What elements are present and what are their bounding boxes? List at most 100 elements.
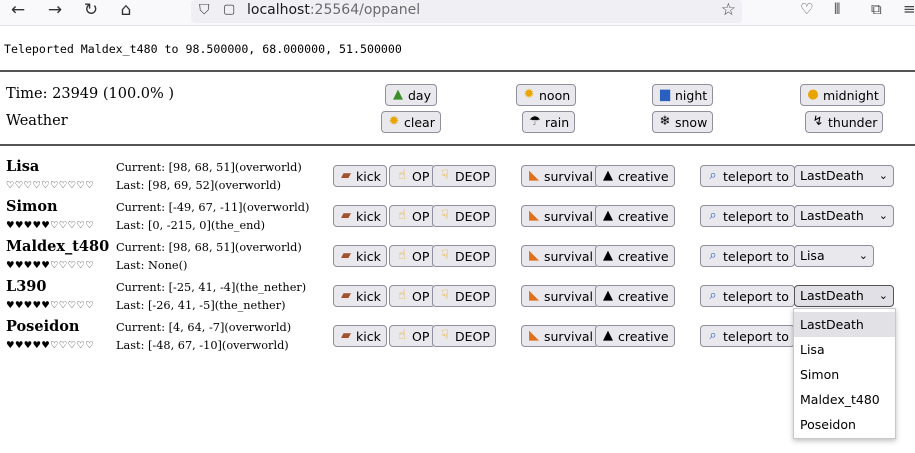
player-name: Simon	[6, 198, 58, 215]
deop-button[interactable]: ☟ DEOP	[432, 165, 496, 187]
menu-icon[interactable]: ≡	[903, 0, 915, 18]
op-button[interactable]: ☝ OP	[389, 245, 436, 267]
pocket-icon[interactable]: ♡	[800, 0, 813, 18]
forward-arrow-icon[interactable]: →	[43, 0, 67, 22]
survival-button[interactable]: ◣ survival	[521, 165, 599, 187]
survival-button[interactable]: ◣ survival	[521, 325, 599, 347]
thumb-up-icon: ☝	[398, 208, 406, 223]
survival-button[interactable]: ◣ survival	[521, 285, 599, 307]
thunder-button[interactable]: ↯ thunder	[805, 111, 884, 133]
lightning-icon: ↯	[812, 114, 824, 129]
player-name: Lisa	[6, 158, 40, 175]
status-message: Teleported Maldex_t480 to 98.500000, 68.…	[4, 42, 402, 56]
dropdown-option[interactable]: Maldex_t480	[794, 387, 895, 412]
teleport-button[interactable]: ⌕ teleport to	[700, 205, 795, 227]
current-position: Current: [98, 68, 51](overworld)	[116, 241, 302, 254]
page-info-icon[interactable]: ▢	[223, 2, 235, 17]
back-arrow-icon[interactable]: ←	[6, 0, 30, 22]
creative-button[interactable]: ▲ creative	[595, 325, 675, 347]
dropdown-option[interactable]: Simon	[794, 362, 895, 387]
health-hearts: ♡♡♡♡♡♡♡♡♡♡	[6, 180, 95, 191]
shield-icon[interactable]: ⛉	[199, 2, 210, 18]
kick-button[interactable]: ▰ kick	[333, 165, 387, 187]
thumb-up-icon: ☝	[398, 248, 406, 263]
magnifier-icon: ⌕	[709, 288, 717, 303]
op-button[interactable]: ☝ OP	[389, 205, 436, 227]
teleport-button[interactable]: ⌕ teleport to	[700, 285, 795, 307]
deop-button[interactable]: ☟ DEOP	[432, 285, 496, 307]
teleport-button[interactable]: ⌕ teleport to	[700, 245, 795, 267]
midnight-button[interactable]: ● midnight	[800, 84, 885, 106]
teleport-target-select[interactable]: LastDeath ⌄	[794, 285, 894, 307]
dropdown-option[interactable]: Poseidon	[794, 412, 895, 437]
noon-button[interactable]: ✹ noon	[516, 84, 577, 106]
chevron-down-icon: ⌄	[858, 249, 868, 262]
health-hearts: ♥♥♥♥♥♡♡♡♡♡	[6, 300, 95, 311]
current-position: Current: [4, 64, -7](overworld)	[116, 321, 292, 334]
day-button[interactable]: ▲ day	[385, 84, 437, 106]
dropdown-option[interactable]: Lisa	[794, 337, 895, 362]
deop-button[interactable]: ☟ DEOP	[432, 245, 496, 267]
op-button[interactable]: ☝ OP	[389, 285, 436, 307]
night-city-icon: ▆	[660, 87, 670, 102]
extensions-icon[interactable]: ⧉	[871, 0, 882, 18]
op-button[interactable]: ☝ OP	[389, 165, 436, 187]
pizza-icon: ◣	[529, 248, 539, 263]
snowflake-icon: ❄	[659, 114, 671, 129]
kick-button[interactable]: ▰ kick	[333, 285, 387, 307]
snow-button[interactable]: ❄ snow	[652, 111, 714, 133]
teleport-button[interactable]: ⌕ teleport to	[700, 165, 795, 187]
magnifier-icon: ⌕	[709, 208, 717, 223]
creative-button[interactable]: ▲ creative	[595, 165, 675, 187]
current-position: Current: [98, 68, 51](overworld)	[116, 161, 302, 174]
creative-button[interactable]: ▲ creative	[595, 285, 675, 307]
night-button[interactable]: ▆ night	[652, 84, 714, 106]
teleport-button[interactable]: ⌕ teleport to	[700, 325, 795, 347]
pizza-icon: ◣	[529, 288, 539, 303]
thumb-down-icon: ☟	[441, 328, 449, 343]
time-label: Time: 23949 (100.0% )	[6, 86, 175, 102]
home-icon[interactable]: ⌂	[114, 0, 138, 22]
last-position: Last: None()	[116, 259, 188, 272]
bookmark-star-icon[interactable]: ☆	[721, 0, 736, 20]
teleport-target-select[interactable]: LastDeath ⌄	[794, 205, 894, 227]
last-position: Last: [-26, 41, -5](the_nether)	[116, 299, 286, 312]
last-position: Last: [98, 69, 52](overworld)	[116, 179, 282, 192]
health-hearts: ♥♥♥♥♥♡♡♡♡♡	[6, 260, 95, 271]
dropdown-option[interactable]: LastDeath	[794, 312, 895, 337]
teleport-target-select[interactable]: Lisa ⌄	[794, 245, 874, 267]
survival-button[interactable]: ◣ survival	[521, 205, 599, 227]
thumb-down-icon: ☟	[441, 288, 449, 303]
sun-icon: ✹	[388, 114, 400, 129]
thumb-up-icon: ☝	[398, 168, 406, 183]
clear-button[interactable]: ✹ clear	[381, 111, 441, 133]
rain-button[interactable]: ☂ rain	[522, 111, 576, 133]
kick-button[interactable]: ▰ kick	[333, 205, 387, 227]
kick-button[interactable]: ▰ kick	[333, 325, 387, 347]
deop-button[interactable]: ☟ DEOP	[432, 325, 496, 347]
library-icon[interactable]: ⫴	[834, 0, 840, 18]
kick-button[interactable]: ▰ kick	[333, 245, 387, 267]
deop-button[interactable]: ☟ DEOP	[432, 205, 496, 227]
moon-icon: ●	[807, 87, 819, 102]
browser-toolbar: ← → ↻ ⌂ ⛉ ▢ localhost:25564/oppanel ☆ ♡ …	[0, 0, 915, 26]
survival-button[interactable]: ◣ survival	[521, 245, 599, 267]
pizza-icon: ◣	[529, 208, 539, 223]
thumb-down-icon: ☟	[441, 168, 449, 183]
player-name: Maldex_t480	[6, 238, 110, 255]
graduation-cap-icon: ▲	[603, 208, 613, 223]
umbrella-icon: ☂	[529, 114, 541, 129]
url-text[interactable]: localhost:25564/oppanel	[247, 2, 420, 18]
creative-button[interactable]: ▲ creative	[595, 245, 675, 267]
op-button[interactable]: ☝ OP	[389, 325, 436, 347]
graduation-cap-icon: ▲	[603, 168, 613, 183]
player-name: L390	[6, 278, 47, 295]
teleport-target-select[interactable]: LastDeath ⌄	[794, 165, 894, 187]
creative-button[interactable]: ▲ creative	[595, 205, 675, 227]
address-bar[interactable]: ⛉ ▢ localhost:25564/oppanel ☆	[191, 0, 742, 23]
magnifier-icon: ⌕	[709, 248, 717, 263]
pizza-icon: ◣	[529, 168, 539, 183]
reload-icon[interactable]: ↻	[79, 0, 103, 22]
current-position: Current: [-25, 41, -4](the_nether)	[116, 281, 307, 294]
divider	[0, 70, 915, 72]
